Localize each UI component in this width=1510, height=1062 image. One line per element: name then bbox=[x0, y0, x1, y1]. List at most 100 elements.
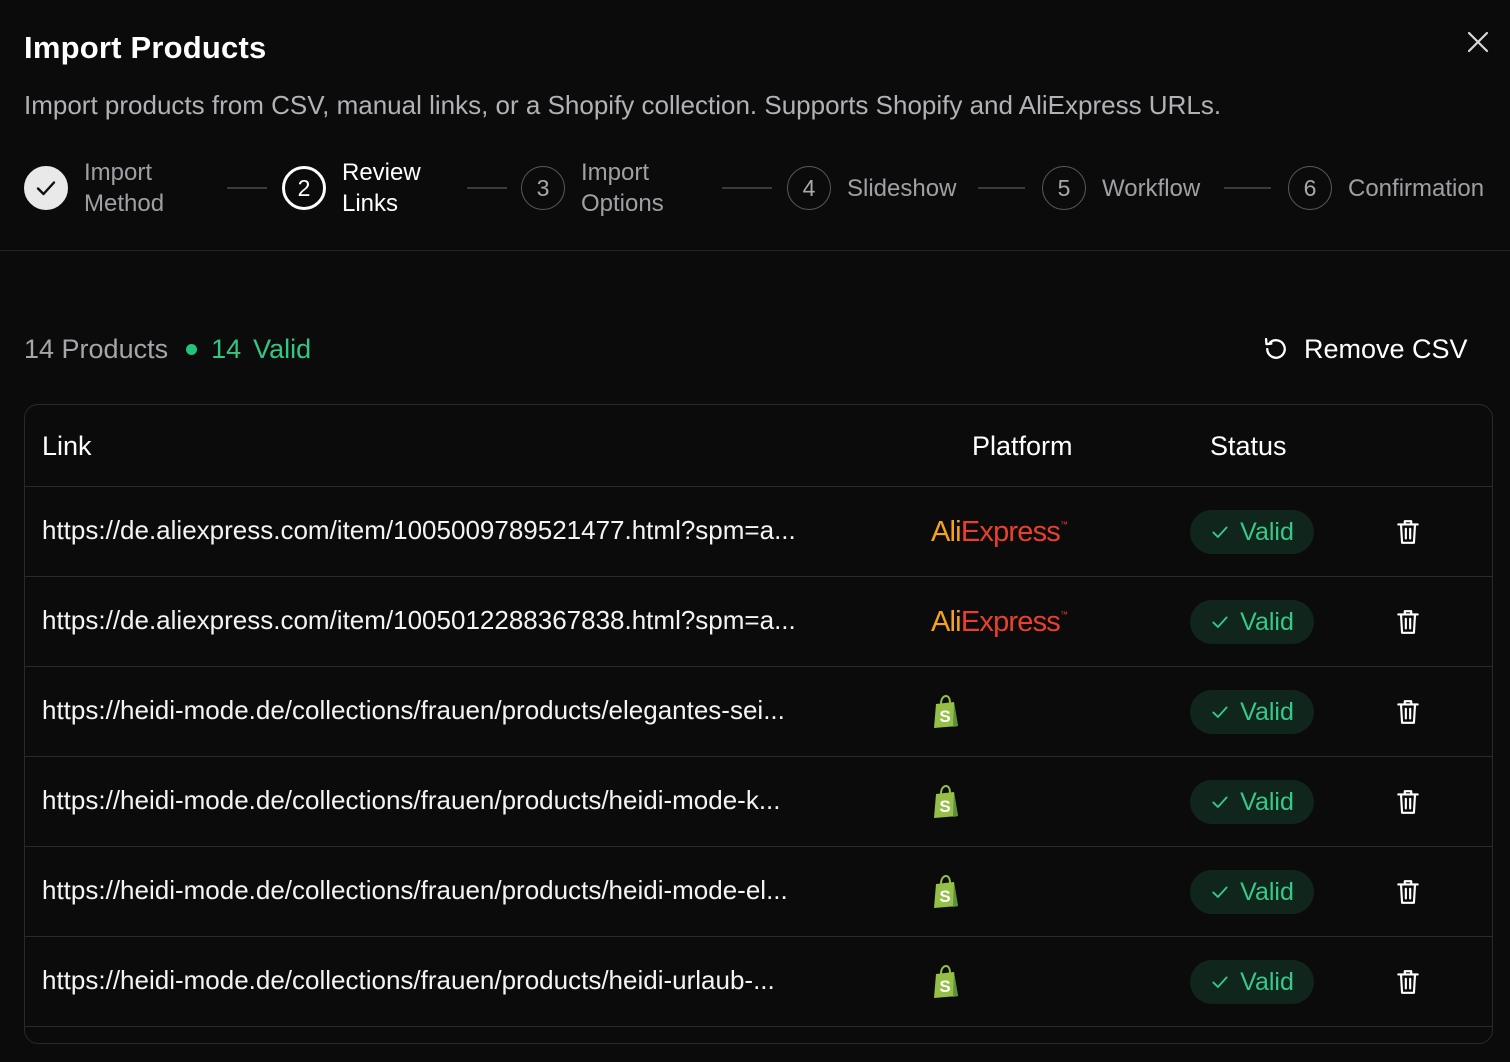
column-header-platform: Platform bbox=[972, 431, 1073, 461]
check-icon bbox=[36, 181, 56, 196]
step-complete-indicator bbox=[24, 166, 68, 210]
remove-csv-button[interactable]: Remove CSV bbox=[1262, 328, 1468, 370]
step-label: Workflow bbox=[1102, 174, 1201, 202]
step-number: 4 bbox=[787, 166, 831, 210]
valid-label: Valid bbox=[253, 333, 312, 364]
platform-cell: S bbox=[931, 869, 961, 915]
table-header: Link Platform Status bbox=[25, 405, 1492, 487]
dialog-title: Import Products bbox=[24, 30, 267, 65]
table-row: https://heidi-mode.de/collections/frauen… bbox=[25, 667, 1492, 757]
delete-row-button[interactable] bbox=[1393, 517, 1423, 547]
check-icon bbox=[1210, 972, 1230, 992]
step-confirmation[interactable]: 6 Confirmation bbox=[1288, 156, 1484, 220]
delete-row-button[interactable] bbox=[1393, 967, 1423, 997]
table-row: https://heidi-mode.de/collections/frauen… bbox=[25, 757, 1492, 847]
import-products-dialog: Import Products Import products from CSV… bbox=[0, 0, 1510, 1062]
step-connector bbox=[467, 187, 507, 189]
status-badge: Valid bbox=[1190, 690, 1314, 734]
trash-icon bbox=[1397, 790, 1419, 814]
step-label: Confirmation bbox=[1348, 174, 1485, 202]
step-label: Import Options bbox=[581, 159, 664, 217]
table-row: https://heidi-mode.de/collections/frauen… bbox=[25, 937, 1492, 1027]
table-row: https://de.aliexpress.com/item/100500978… bbox=[25, 487, 1492, 577]
delete-row-button[interactable] bbox=[1393, 607, 1423, 637]
step-number: 5 bbox=[1042, 166, 1086, 210]
step-workflow[interactable]: 5 Workflow bbox=[1042, 156, 1200, 220]
dialog-subtitle: Import products from CSV, manual links, … bbox=[24, 90, 1222, 120]
status-badge: Valid bbox=[1190, 600, 1314, 644]
platform-cell: S bbox=[931, 959, 961, 1005]
check-icon bbox=[1210, 882, 1230, 902]
table-row: https://heidi-mode.de/collections/frauen… bbox=[25, 847, 1492, 937]
step-import-method[interactable]: Import Method bbox=[24, 156, 164, 220]
status-text: Valid bbox=[1240, 967, 1294, 996]
link-cell: https://heidi-mode.de/collections/frauen… bbox=[42, 695, 785, 725]
step-review-links[interactable]: 2 Review Links bbox=[282, 156, 421, 220]
step-connector bbox=[722, 187, 772, 189]
delete-row-button[interactable] bbox=[1393, 697, 1423, 727]
svg-text:S: S bbox=[939, 797, 950, 816]
delete-row-button[interactable] bbox=[1393, 877, 1423, 907]
column-header-status: Status bbox=[1210, 431, 1287, 461]
check-icon bbox=[1210, 522, 1230, 542]
column-header-link: Link bbox=[42, 431, 92, 461]
header-divider bbox=[0, 250, 1510, 251]
step-connector bbox=[1224, 187, 1271, 189]
trash-icon bbox=[1397, 700, 1419, 724]
step-number: 2 bbox=[282, 166, 326, 210]
links-table: Link Platform Status https://de.aliexpre… bbox=[24, 404, 1493, 1044]
platform-cell: S bbox=[931, 779, 961, 825]
table-row: https://de.aliexpress.com/item/100501228… bbox=[25, 577, 1492, 667]
trash-icon bbox=[1397, 520, 1419, 544]
trash-icon bbox=[1397, 610, 1419, 634]
status-text: Valid bbox=[1240, 877, 1294, 906]
shopify-bag-icon: S bbox=[934, 875, 958, 908]
platform-cell: S bbox=[931, 689, 961, 735]
aliexpress-logo: AliExpress™ bbox=[931, 605, 1068, 638]
check-icon bbox=[1210, 792, 1230, 812]
link-cell: https://de.aliexpress.com/item/100500978… bbox=[42, 515, 796, 545]
check-icon bbox=[1210, 612, 1230, 632]
reset-icon bbox=[1262, 335, 1290, 363]
summary-bar: 14 Products 14 Valid bbox=[24, 330, 311, 368]
status-badge: Valid bbox=[1190, 870, 1314, 914]
status-text: Valid bbox=[1240, 517, 1294, 546]
step-connector bbox=[227, 187, 267, 189]
step-number: 6 bbox=[1288, 166, 1332, 210]
stepper: Import Method 2 Review Links 3 Import Op… bbox=[24, 156, 1504, 220]
svg-text:S: S bbox=[939, 977, 950, 996]
step-number: 3 bbox=[521, 166, 565, 210]
shopify-bag-icon: S bbox=[934, 785, 958, 818]
step-label: Review Links bbox=[342, 159, 421, 217]
status-text: Valid bbox=[1240, 697, 1294, 726]
step-label: Import Method bbox=[84, 159, 165, 217]
status-text: Valid bbox=[1240, 787, 1294, 816]
trash-icon bbox=[1397, 880, 1419, 904]
link-cell: https://de.aliexpress.com/item/100501228… bbox=[42, 605, 796, 635]
status-text: Valid bbox=[1240, 607, 1294, 636]
platform-cell: AliExpress™ bbox=[931, 599, 1068, 645]
status-badge: Valid bbox=[1190, 780, 1314, 824]
step-import-options[interactable]: 3 Import Options bbox=[521, 156, 664, 220]
step-connector bbox=[978, 187, 1025, 189]
link-cell: https://heidi-mode.de/collections/frauen… bbox=[42, 965, 775, 995]
link-cell: https://heidi-mode.de/collections/frauen… bbox=[42, 785, 781, 815]
close-button[interactable] bbox=[1462, 26, 1494, 58]
valid-status-dot bbox=[186, 343, 198, 355]
shopify-bag-icon: S bbox=[934, 695, 958, 728]
shopify-bag-icon: S bbox=[934, 965, 958, 998]
aliexpress-logo: AliExpress™ bbox=[931, 515, 1068, 548]
link-cell: https://heidi-mode.de/collections/frauen… bbox=[42, 875, 788, 905]
trash-icon bbox=[1397, 970, 1419, 994]
svg-text:S: S bbox=[939, 887, 950, 906]
status-badge: Valid bbox=[1190, 510, 1314, 554]
valid-count: 14 bbox=[211, 333, 242, 364]
platform-cell: AliExpress™ bbox=[931, 509, 1068, 555]
step-slideshow[interactable]: 4 Slideshow bbox=[787, 156, 956, 220]
check-icon bbox=[1210, 702, 1230, 722]
delete-row-button[interactable] bbox=[1393, 787, 1423, 817]
step-label: Slideshow bbox=[847, 174, 957, 202]
status-badge: Valid bbox=[1190, 960, 1314, 1004]
close-icon bbox=[1467, 31, 1489, 53]
svg-text:S: S bbox=[939, 707, 950, 726]
